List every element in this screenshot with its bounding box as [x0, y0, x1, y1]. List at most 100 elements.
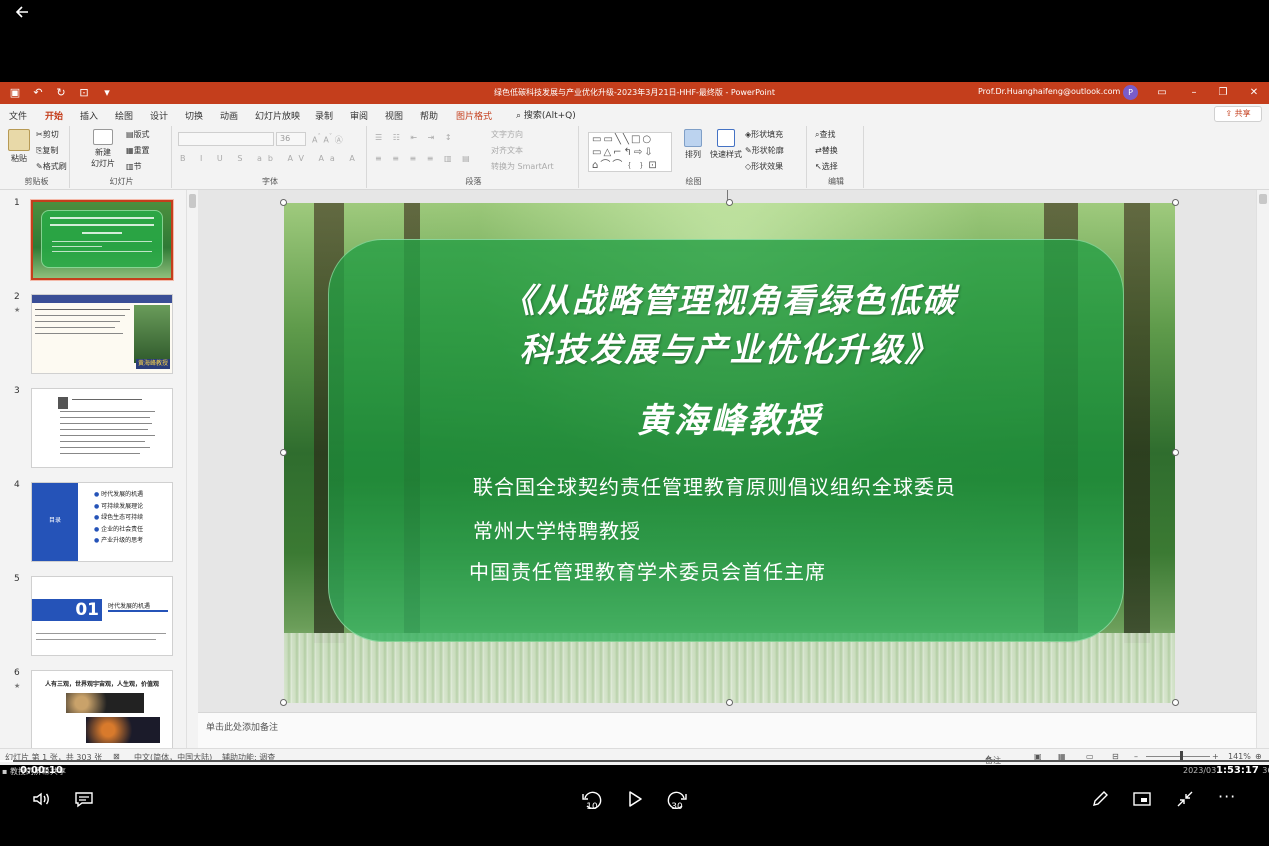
font-style-buttons[interactable]: B I U S ab AV Aa A	[180, 154, 361, 163]
align-text-button[interactable]: 对齐文本	[491, 145, 523, 156]
restore-icon[interactable]: ❐	[1215, 85, 1231, 100]
status-bar: 幻灯片 第 1 张，共 303 张 ⊠ 中文(简体，中国大陆) 辅助功能: 调查…	[0, 748, 1269, 765]
resize-handle[interactable]	[280, 199, 287, 206]
ribbon: 粘贴 ✂剪切 ⎘复制 ✎格式刷 剪贴板 新建 幻灯片 ▤版式 ▦重置 ▥节 幻灯…	[0, 124, 1269, 190]
smartart-button[interactable]: 转换为 SmartArt	[491, 161, 554, 172]
reset-button[interactable]: ▦重置	[126, 145, 150, 156]
slide-scrollbar[interactable]	[1256, 190, 1269, 748]
animation-star-icon: ★	[14, 682, 21, 690]
cut-button[interactable]: ✂剪切	[36, 129, 59, 140]
thumbnail-slide-3[interactable]	[31, 388, 173, 468]
slide-editor[interactable]: 《从战略管理视角看绿色低碳 科技发展与产业优化升级》 黄海峰教授 联合国全球契约…	[198, 190, 1256, 712]
share-button[interactable]: ⇪ 共享	[1214, 106, 1262, 122]
resize-handle[interactable]	[726, 699, 733, 706]
minimize-icon[interactable]: –	[1186, 85, 1202, 100]
resize-handle[interactable]	[1172, 699, 1179, 706]
thumbnails-scrollbar[interactable]	[186, 190, 198, 748]
shapes-gallery[interactable]: ▭▭╲╲□○ ▭△⌐↰⇨⇩ ⌂⌒⌒﹛﹜⊡	[588, 132, 672, 172]
powerpoint-window: ▣ ↶ ↻ ⊡ ▾ 绿色低碳科技发展与产业优化升级-2023年3月21日-HHF…	[0, 82, 1269, 765]
replace-button[interactable]: ⇄替换	[815, 145, 838, 156]
font-size-buttons[interactable]: Aˆ Aˇ Ⓐ	[312, 133, 343, 146]
playback-progress[interactable]	[0, 760, 1269, 762]
text-direction-button[interactable]: 文字方向	[491, 129, 523, 140]
tab-picture-format[interactable]: 图片格式	[456, 109, 492, 122]
thumbnail-slide-2[interactable]: 黄海峰教授	[31, 294, 173, 374]
search-box[interactable]: ⌕ 搜索(Alt+Q)	[516, 108, 576, 121]
editing-group: ⌕查找 ⇄替换 ↖选择 编辑	[809, 126, 864, 188]
zoom-slider[interactable]	[1146, 756, 1210, 757]
slide-affiliation-3: 中国责任管理教育学术委员会首任主席	[469, 560, 826, 584]
slide-title-line1: 《从战略管理视角看绿色低碳	[502, 281, 957, 320]
arrange-button[interactable]: 排列	[681, 129, 705, 160]
tab-animations[interactable]: 动画	[220, 109, 238, 122]
list-buttons[interactable]: ☰ ☷ ⇤ ⇥ ↕	[375, 133, 456, 142]
ribbon-display-icon[interactable]: ▭	[1154, 85, 1170, 100]
account-name[interactable]: Prof.Dr.Huanghaifeng@outlook.com	[978, 87, 1120, 96]
share-status-icon: ▪	[2, 767, 8, 776]
current-slide[interactable]: 《从战略管理视角看绿色低碳 科技发展与产业优化升级》 黄海峰教授 联合国全球契约…	[284, 203, 1175, 703]
slide-title-line2: 科技发展与产业优化升级》	[519, 330, 940, 369]
tab-transitions[interactable]: 切换	[185, 109, 203, 122]
tab-view[interactable]: 视图	[385, 109, 403, 122]
new-slide-button[interactable]: 新建 幻灯片	[88, 129, 118, 169]
resize-handle[interactable]	[726, 199, 733, 206]
arrange-label: 排列	[685, 150, 701, 159]
tab-record[interactable]: 录制	[315, 109, 333, 122]
format-painter-button[interactable]: ✎格式刷	[36, 161, 67, 172]
thumbnail-slide-5[interactable]: 01 时代发展的机遇	[31, 576, 173, 656]
scissors-icon: ✂	[36, 130, 43, 139]
section-button[interactable]: ▥节	[126, 161, 142, 172]
layout-button[interactable]: ▤版式	[126, 129, 150, 140]
close-icon[interactable]: ✕	[1246, 85, 1262, 100]
rewind-10-button[interactable]: 10	[580, 789, 604, 811]
resize-handle[interactable]	[1172, 449, 1179, 456]
pen-icon[interactable]	[1090, 789, 1110, 809]
copy-button[interactable]: ⎘复制	[36, 145, 58, 156]
resize-handle[interactable]	[1172, 199, 1179, 206]
notes-pane[interactable]: 单击此处添加备注	[198, 712, 1256, 748]
forward-30-button[interactable]: 30	[665, 789, 689, 811]
new-slide-label2: 幻灯片	[91, 159, 115, 168]
thumb-caption: 黄海峰教授	[136, 359, 170, 369]
resize-handle[interactable]	[280, 449, 287, 456]
tab-review[interactable]: 审阅	[350, 109, 368, 122]
thumbnail-slide-1[interactable]	[30, 199, 174, 281]
paste-button[interactable]: 粘贴	[7, 129, 31, 164]
shape-effects-button[interactable]: ◇形状效果	[745, 161, 783, 172]
font-size-box[interactable]: 36	[276, 132, 306, 146]
paste-icon	[8, 129, 30, 151]
shape-fill-button[interactable]: ◈形状填充	[745, 129, 783, 140]
volume-icon[interactable]	[31, 789, 51, 809]
zoom-slider-thumb[interactable]	[1180, 751, 1183, 760]
captions-icon[interactable]	[74, 789, 94, 809]
paste-label: 粘贴	[11, 154, 27, 163]
quick-styles-button[interactable]: 快速样式	[709, 129, 743, 160]
recording-date-text: 2023/03	[1183, 766, 1217, 775]
resize-handle[interactable]	[280, 699, 287, 706]
picture-in-picture-icon[interactable]	[1132, 789, 1152, 809]
font-name-box[interactable]	[178, 132, 274, 146]
select-button[interactable]: ↖选择	[815, 161, 838, 172]
tab-slideshow[interactable]: 幻灯片放映	[255, 109, 300, 122]
shape-outline-button[interactable]: ✎形状轮廓	[745, 145, 784, 156]
thumbnail-slide-4[interactable]: 目录 ● 时代发展的机遇 ● 可持续发展理论 ● 绿色生态可持续 ● 企业的社会…	[31, 482, 173, 562]
more-options-icon[interactable]: ···	[1218, 787, 1236, 806]
toc-sidebar: 目录	[32, 483, 78, 561]
tab-home[interactable]: 开始	[45, 109, 64, 126]
thumbnail-slide-6[interactable]: 人有三观，世界观宇宙观，人生观，价值观	[31, 670, 173, 748]
tab-insert[interactable]: 插入	[80, 109, 98, 122]
toc-item: 产业升级的思考	[101, 537, 144, 544]
new-slide-icon	[93, 129, 113, 145]
tab-file[interactable]: 文件	[9, 109, 27, 122]
drawing-group: ▭▭╲╲□○ ▭△⌐↰⇨⇩ ⌂⌒⌒﹛﹜⊡ 排列 快速样式 ◈形状填充 ✎形状轮廓…	[581, 126, 807, 188]
avatar[interactable]: P	[1123, 85, 1138, 100]
exit-fullscreen-icon[interactable]	[1175, 789, 1195, 809]
tab-draw[interactable]: 绘图	[115, 109, 133, 122]
tab-design[interactable]: 设计	[150, 109, 168, 122]
align-buttons[interactable]: ≡ ≡ ≡ ≡ ▥ ▤	[375, 154, 474, 163]
find-button[interactable]: ⌕查找	[815, 129, 835, 140]
back-arrow-icon[interactable]	[10, 4, 34, 24]
text-direction-label: 文字方向	[491, 130, 523, 139]
tab-help[interactable]: 帮助	[420, 109, 438, 122]
play-button[interactable]	[625, 789, 645, 809]
